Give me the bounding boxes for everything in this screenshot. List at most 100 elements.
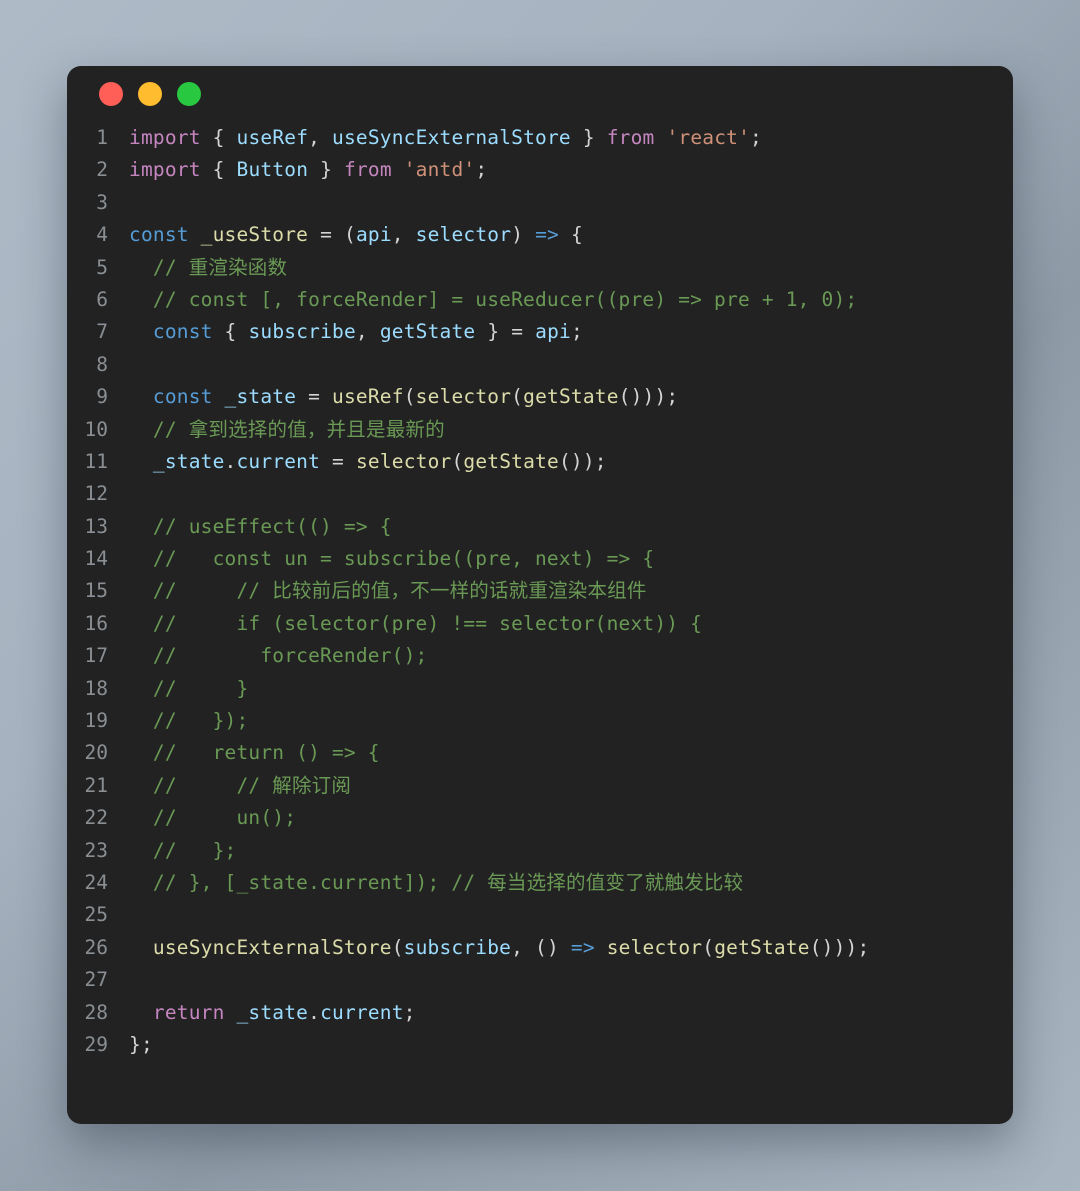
code-token: { <box>224 320 237 344</box>
code-line-content[interactable]: import { useRef, useSyncExternalStore } … <box>129 122 762 154</box>
code-line: 16 // if (selector(pre) !== selector(nex… <box>67 608 1013 640</box>
code-token: 'antd' <box>403 158 476 182</box>
code-token: return <box>152 1000 225 1024</box>
code-line-content[interactable]: return _state.current; <box>129 997 416 1029</box>
code-token: _state <box>236 1000 309 1024</box>
code-token: // }; <box>129 838 237 862</box>
line-number: 20 <box>84 741 108 765</box>
code-line-content[interactable]: // }; <box>129 835 236 867</box>
code-line-content[interactable]: // un(); <box>129 802 296 834</box>
line-number: 11 <box>84 449 108 473</box>
code-token: { <box>212 126 225 149</box>
code-line-content[interactable]: // useEffect(() => { <box>129 511 392 543</box>
code-token: // // 解除订阅 <box>129 773 352 797</box>
minimize-icon[interactable] <box>138 82 162 106</box>
code-token: { <box>570 223 583 247</box>
code-token: 'react' <box>666 126 751 149</box>
code-line: 8 <box>67 349 1013 381</box>
code-line-content[interactable]: }; <box>129 1029 153 1061</box>
code-line: 18 // } <box>67 673 1013 705</box>
code-line-content[interactable]: // // 解除订阅 <box>129 770 351 802</box>
code-line-content[interactable]: // }, [_state.current]); // 每当选择的值变了就触发比… <box>129 867 743 899</box>
code-token: import <box>129 126 201 149</box>
code-line: 22 // un(); <box>67 802 1013 834</box>
code-line-content[interactable]: useSyncExternalStore(subscribe, () => se… <box>129 932 869 964</box>
line-number: 22 <box>84 806 108 830</box>
code-line-content[interactable] <box>129 964 141 996</box>
code-line-content[interactable]: // } <box>129 673 248 705</box>
code-line-content[interactable]: _state.current = selector(getState()); <box>129 446 607 478</box>
line-number: 18 <box>84 676 108 700</box>
code-line: 29}; <box>67 1029 1013 1061</box>
code-token: Button <box>236 158 309 182</box>
code-line: 21 // // 解除订阅 <box>67 770 1013 802</box>
code-token: // const un = subscribe((pre, next) => { <box>129 547 655 571</box>
line-number: 9 <box>96 385 108 409</box>
code-line-content[interactable]: // if (selector(pre) !== selector(next))… <box>129 608 702 640</box>
code-line: 10 // 拿到选择的值，并且是最新的 <box>67 414 1013 446</box>
code-line: 6 // const [, forceRender] = useReducer(… <box>67 284 1013 316</box>
code-line-content[interactable] <box>129 478 141 510</box>
code-token: ; <box>403 1000 416 1024</box>
line-number: 2 <box>96 158 108 182</box>
code-line-content[interactable] <box>129 349 141 381</box>
line-number: 14 <box>84 547 108 571</box>
code-token: }; <box>129 1032 153 1056</box>
code-line-content[interactable]: // 重渲染函数 <box>129 252 287 284</box>
code-token: . <box>308 1000 321 1024</box>
code-line-content[interactable]: const _useStore = (api, selector) => { <box>129 219 583 251</box>
code-line-content[interactable]: // const un = subscribe((pre, next) => { <box>129 543 654 575</box>
code-token: selector <box>415 385 512 409</box>
code-token: // un(); <box>129 806 297 830</box>
code-line: 2 import { Button } from 'antd'; <box>67 154 1013 186</box>
code-line-content[interactable]: // const [, forceRender] = useReducer((p… <box>129 284 857 316</box>
line-number: 5 <box>96 255 108 279</box>
code-token: ; <box>475 158 488 182</box>
close-icon[interactable] <box>99 82 123 106</box>
code-line: 11 _state.current = selector(getState())… <box>67 446 1013 478</box>
code-token: selector <box>415 223 512 247</box>
code-editor[interactable]: 1 import { useRef, useSyncExternalStore }… <box>67 122 1013 1061</box>
code-line: 3 <box>67 187 1013 219</box>
code-line-content[interactable]: const _state = useRef(selector(getState(… <box>129 381 678 413</box>
code-token: // // 比较前后的值，不一样的话就重渲染本组件 <box>129 579 647 603</box>
code-line-content[interactable] <box>129 187 141 219</box>
code-line-content[interactable]: // }); <box>129 705 248 737</box>
code-line-content[interactable]: // 拿到选择的值，并且是最新的 <box>129 414 445 446</box>
code-token: api <box>355 223 392 247</box>
code-line-content[interactable]: // return () => { <box>129 737 380 769</box>
code-token: const <box>129 223 189 247</box>
code-token: current <box>320 1000 404 1024</box>
code-line-content[interactable]: import { Button } from 'antd'; <box>129 154 487 186</box>
code-line: 7 const { subscribe, getState } = api; <box>67 316 1013 348</box>
code-token: = <box>511 320 524 344</box>
line-number: 28 <box>84 1000 108 1024</box>
code-token: // 拿到选择的值，并且是最新的 <box>129 417 445 441</box>
code-token: , <box>511 935 524 959</box>
code-token: from <box>344 158 392 182</box>
code-token: getState <box>379 320 476 344</box>
code-line-content[interactable]: // forceRender(); <box>129 640 428 672</box>
code-line: 19 // }); <box>67 705 1013 737</box>
code-line-content[interactable]: // // 比较前后的值，不一样的话就重渲染本组件 <box>129 575 647 607</box>
code-token: useRef <box>236 126 309 149</box>
code-token: . <box>224 449 237 473</box>
code-token: api <box>535 320 571 344</box>
code-token: // 重渲染函数 <box>129 255 288 279</box>
code-line-content[interactable] <box>129 899 141 931</box>
code-line: 13 // useEffect(() => { <box>67 511 1013 543</box>
code-token: ( <box>702 935 715 959</box>
code-token: _useStore <box>200 223 309 247</box>
code-line-content[interactable]: const { subscribe, getState } = api; <box>129 316 583 348</box>
maximize-icon[interactable] <box>177 82 201 106</box>
